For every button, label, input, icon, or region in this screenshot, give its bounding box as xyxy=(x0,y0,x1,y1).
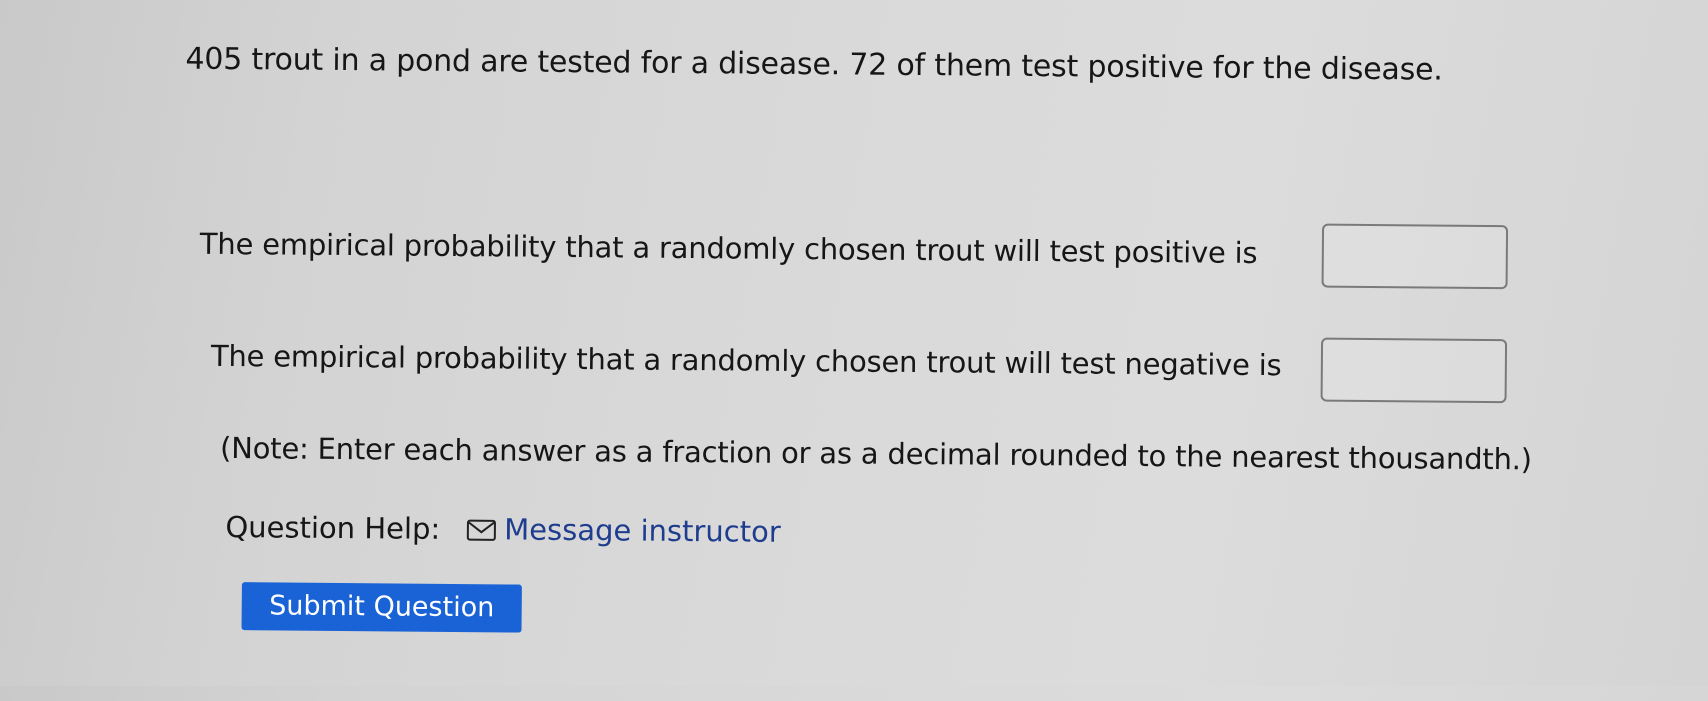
negative-answer-input[interactable] xyxy=(1320,337,1508,404)
mail-icon xyxy=(466,519,496,541)
question-negative-text: The empirical probability that a randoml… xyxy=(210,338,1282,383)
question-help-label: Question Help: xyxy=(225,509,441,546)
positive-answer-input[interactable] xyxy=(1321,223,1509,290)
message-instructor-label[interactable]: Message instructor xyxy=(504,509,781,551)
submit-question-button[interactable]: Submit Question xyxy=(241,582,522,633)
question-help-row: Question Help: Message instructor xyxy=(225,507,781,552)
answer-format-note: (Note: Enter each answer as a fraction o… xyxy=(219,430,1532,477)
question-screen: 405 trout in a pond are tested for a dis… xyxy=(0,0,1708,701)
message-instructor-link[interactable]: Message instructor xyxy=(466,509,781,552)
question-positive-text: The empirical probability that a randoml… xyxy=(199,226,1258,270)
problem-statement: 405 trout in a pond are tested for a dis… xyxy=(185,41,1443,88)
